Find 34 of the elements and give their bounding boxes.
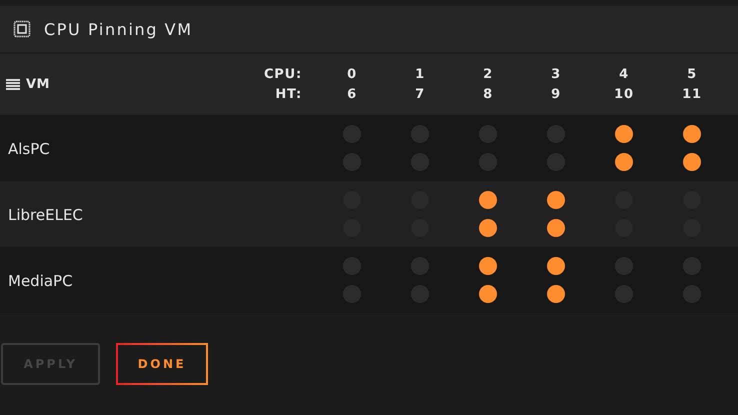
pin-toggle[interactable] <box>547 285 565 303</box>
vm-name: MediaPC <box>8 272 73 290</box>
ht-number: 10 <box>614 86 634 104</box>
ht-label: HT: <box>275 86 302 104</box>
vm-name: AlsPC <box>8 140 50 158</box>
ht-number: 8 <box>483 86 493 104</box>
ht-number: 11 <box>682 86 702 104</box>
window-title: CPU Pinning VM <box>44 20 193 38</box>
pin-toggle[interactable] <box>479 285 497 303</box>
ht-number: 6 <box>347 86 357 104</box>
cpu-label: CPU: <box>264 66 302 84</box>
pin-toggle[interactable] <box>547 191 565 209</box>
pin-toggle[interactable] <box>547 257 565 275</box>
list-icon <box>6 79 20 90</box>
pin-toggle[interactable] <box>547 219 565 237</box>
cpu-number: 2 <box>483 66 493 84</box>
pin-toggle[interactable] <box>615 153 633 171</box>
pin-toggle[interactable] <box>479 219 497 237</box>
ht-number: 7 <box>415 86 425 104</box>
pin-toggle[interactable] <box>479 257 497 275</box>
cpu-number: 0 <box>347 66 357 84</box>
vm-name: LibreELEC <box>8 206 83 224</box>
ht-number: 9 <box>551 86 561 104</box>
pin-toggle[interactable] <box>683 153 701 171</box>
pin-toggle[interactable] <box>683 125 701 143</box>
cpu-number: 1 <box>415 66 425 84</box>
cpu-number: 5 <box>687 66 697 84</box>
cpu-number: 3 <box>551 66 561 84</box>
column-header: VM <box>26 77 50 92</box>
pin-toggle[interactable] <box>615 125 633 143</box>
pin-toggle[interactable] <box>479 191 497 209</box>
chip-icon <box>13 20 31 38</box>
cpu-number: 4 <box>619 66 629 84</box>
done-button[interactable]: DONE <box>116 343 208 385</box>
